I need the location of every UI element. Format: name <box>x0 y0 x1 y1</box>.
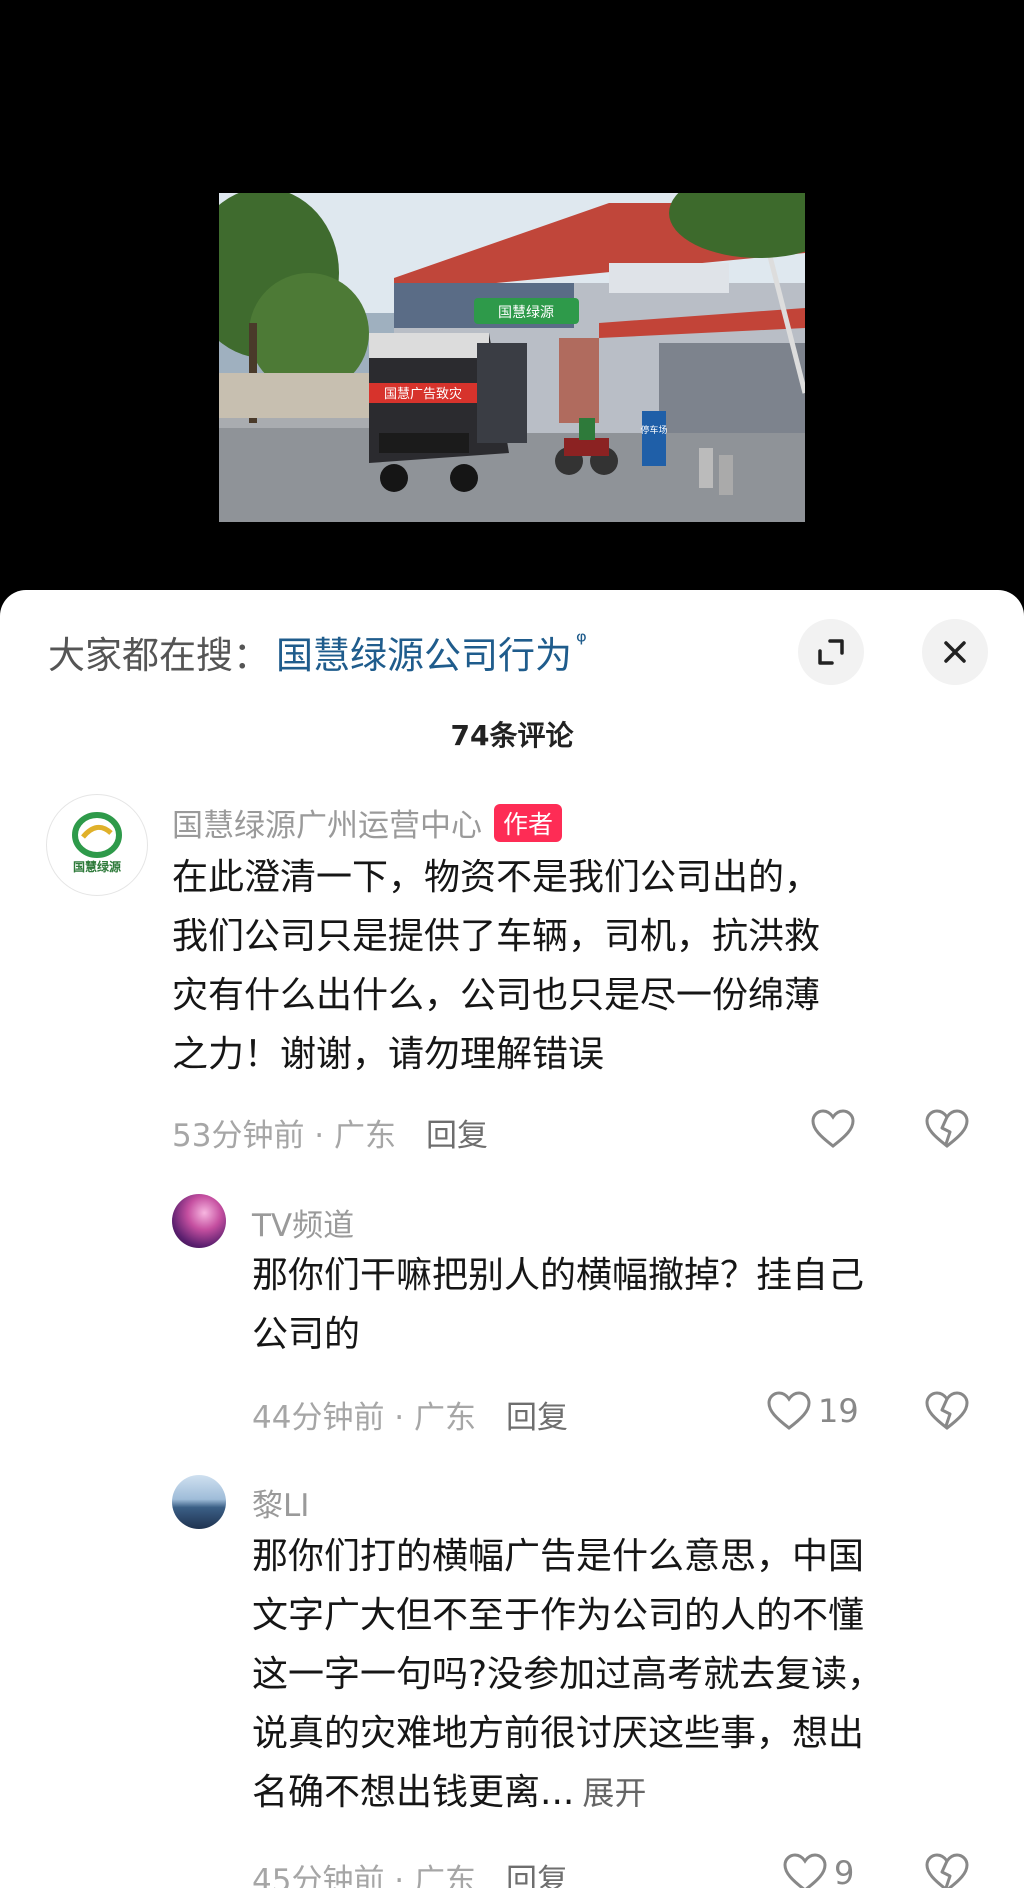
like-button[interactable]: 19 <box>766 1390 859 1432</box>
comment-line: 公司的 <box>252 1314 361 1355</box>
comment-line: 文字广大但不至于作为公司的人的不懂 <box>252 1595 865 1636</box>
video-frame[interactable]: 国慧绿源 停车场 国慧广告致灾 <box>219 193 805 522</box>
comment-author[interactable]: 国慧绿源广州运营中心 作者 <box>172 800 563 845</box>
comment-line: 我们公司只是提供了车辆，司机，抗洪救 <box>172 916 821 957</box>
comment-time: 53分钟前 · 广东 <box>172 1118 397 1154</box>
heart-icon <box>811 1109 855 1148</box>
comment-author[interactable]: 黎LI <box>252 1480 309 1525</box>
close-button[interactable] <box>922 619 988 685</box>
comment-line: 灾有什么出什么，公司也只是尽一份绵薄 <box>172 975 821 1016</box>
expand-button[interactable] <box>798 619 864 685</box>
author-name: 国慧绿源广州运营中心 <box>172 808 482 844</box>
comment-time: 45分钟前 · 广东 <box>252 1863 477 1888</box>
comment-count: 74条评论 <box>450 719 574 752</box>
building-sign-text: 国慧绿源 <box>498 305 554 321</box>
comment-meta: 53分钟前 · 广东 回复 <box>172 1110 488 1155</box>
heart-icon <box>783 1853 827 1888</box>
avatar[interactable] <box>172 1194 226 1248</box>
like-button[interactable]: 9 <box>782 1852 854 1888</box>
dislike-button[interactable] <box>924 1108 970 1150</box>
svg-text:国慧绿源: 国慧绿源 <box>73 859 121 874</box>
comment-body: 在此澄清一下，物资不是我们公司出的， 我们公司只是提供了车辆，司机，抗洪救 灾有… <box>172 848 820 1084</box>
comment-line: 那你们打的横幅广告是什么意思，中国 <box>252 1536 865 1577</box>
comment-body: 那你们干嘛把别人的横幅撤掉？挂自己 公司的 <box>252 1246 864 1364</box>
expand-icon <box>818 639 844 665</box>
comment-author[interactable]: TV频道 <box>252 1200 354 1245</box>
like-button[interactable] <box>810 1108 856 1150</box>
comment-line-last: 名确不想出钱更离... 展开 <box>252 1763 883 1823</box>
comment-time: 44分钟前 · 广东 <box>252 1400 477 1436</box>
comment-line: 之力！谢谢，请勿理解错误 <box>172 1034 605 1075</box>
comment-line: 说真的灾难地方前很讨厌这些事，想出 <box>252 1713 865 1754</box>
reply-button[interactable]: 回复 <box>506 1400 568 1436</box>
expand-comment-link[interactable]: 展开 <box>582 1774 646 1812</box>
video-player[interactable]: 国慧绿源 停车场 国慧广告致灾 <box>0 0 1024 595</box>
truck-banner-text: 国慧广告致灾 <box>384 386 462 402</box>
parking-sign-text: 停车场 <box>640 424 667 436</box>
search-suggestion[interactable]: 大家都在搜： 国慧绿源公司行为 ᵠ <box>48 624 587 680</box>
close-icon <box>944 641 966 663</box>
comment-line: 这一字一句吗?没参加过高考就去复读， <box>252 1654 884 1695</box>
reply-button[interactable]: 回复 <box>506 1863 568 1888</box>
comment-line: 在此澄清一下，物资不是我们公司出的， <box>172 857 821 898</box>
comment-sheet: 大家都在搜： 国慧绿源公司行为 ᵠ 74条评论 国慧绿源 国慧绿源广州运营中心作… <box>0 590 1024 1888</box>
like-count: 9 <box>834 1854 855 1888</box>
search-suggestion-prefix: 大家都在搜： <box>48 634 270 677</box>
broken-heart-icon <box>925 1391 969 1430</box>
dislike-button[interactable] <box>924 1390 970 1432</box>
avatar[interactable]: 国慧绿源 <box>46 794 148 896</box>
comment-meta: 45分钟前 · 广东 回复 <box>252 1855 568 1888</box>
comment-meta: 44分钟前 · 广东 回复 <box>252 1392 568 1437</box>
author-badge: 作者 <box>494 804 563 842</box>
comment-body: 那你们打的横幅广告是什么意思，中国 文字广大但不至于作为公司的人的不懂 这一字一… <box>252 1527 883 1823</box>
search-icon: ᵠ <box>576 627 587 657</box>
reply-button[interactable]: 回复 <box>426 1118 488 1154</box>
brand-logo-icon: 国慧绿源 <box>72 812 122 874</box>
search-suggestion-term[interactable]: 国慧绿源公司行为 <box>276 625 572 679</box>
heart-icon <box>767 1391 811 1430</box>
comment-line: 名确不想出钱更离... <box>252 1772 575 1813</box>
broken-heart-icon <box>925 1109 969 1148</box>
comment-line: 那你们干嘛把别人的横幅撤掉？挂自己 <box>252 1255 865 1296</box>
broken-heart-icon <box>925 1853 969 1888</box>
video-scene: 国慧绿源 停车场 国慧广告致灾 <box>219 193 805 522</box>
avatar[interactable] <box>172 1475 226 1529</box>
dislike-button[interactable] <box>924 1852 970 1888</box>
like-count: 19 <box>818 1392 859 1430</box>
